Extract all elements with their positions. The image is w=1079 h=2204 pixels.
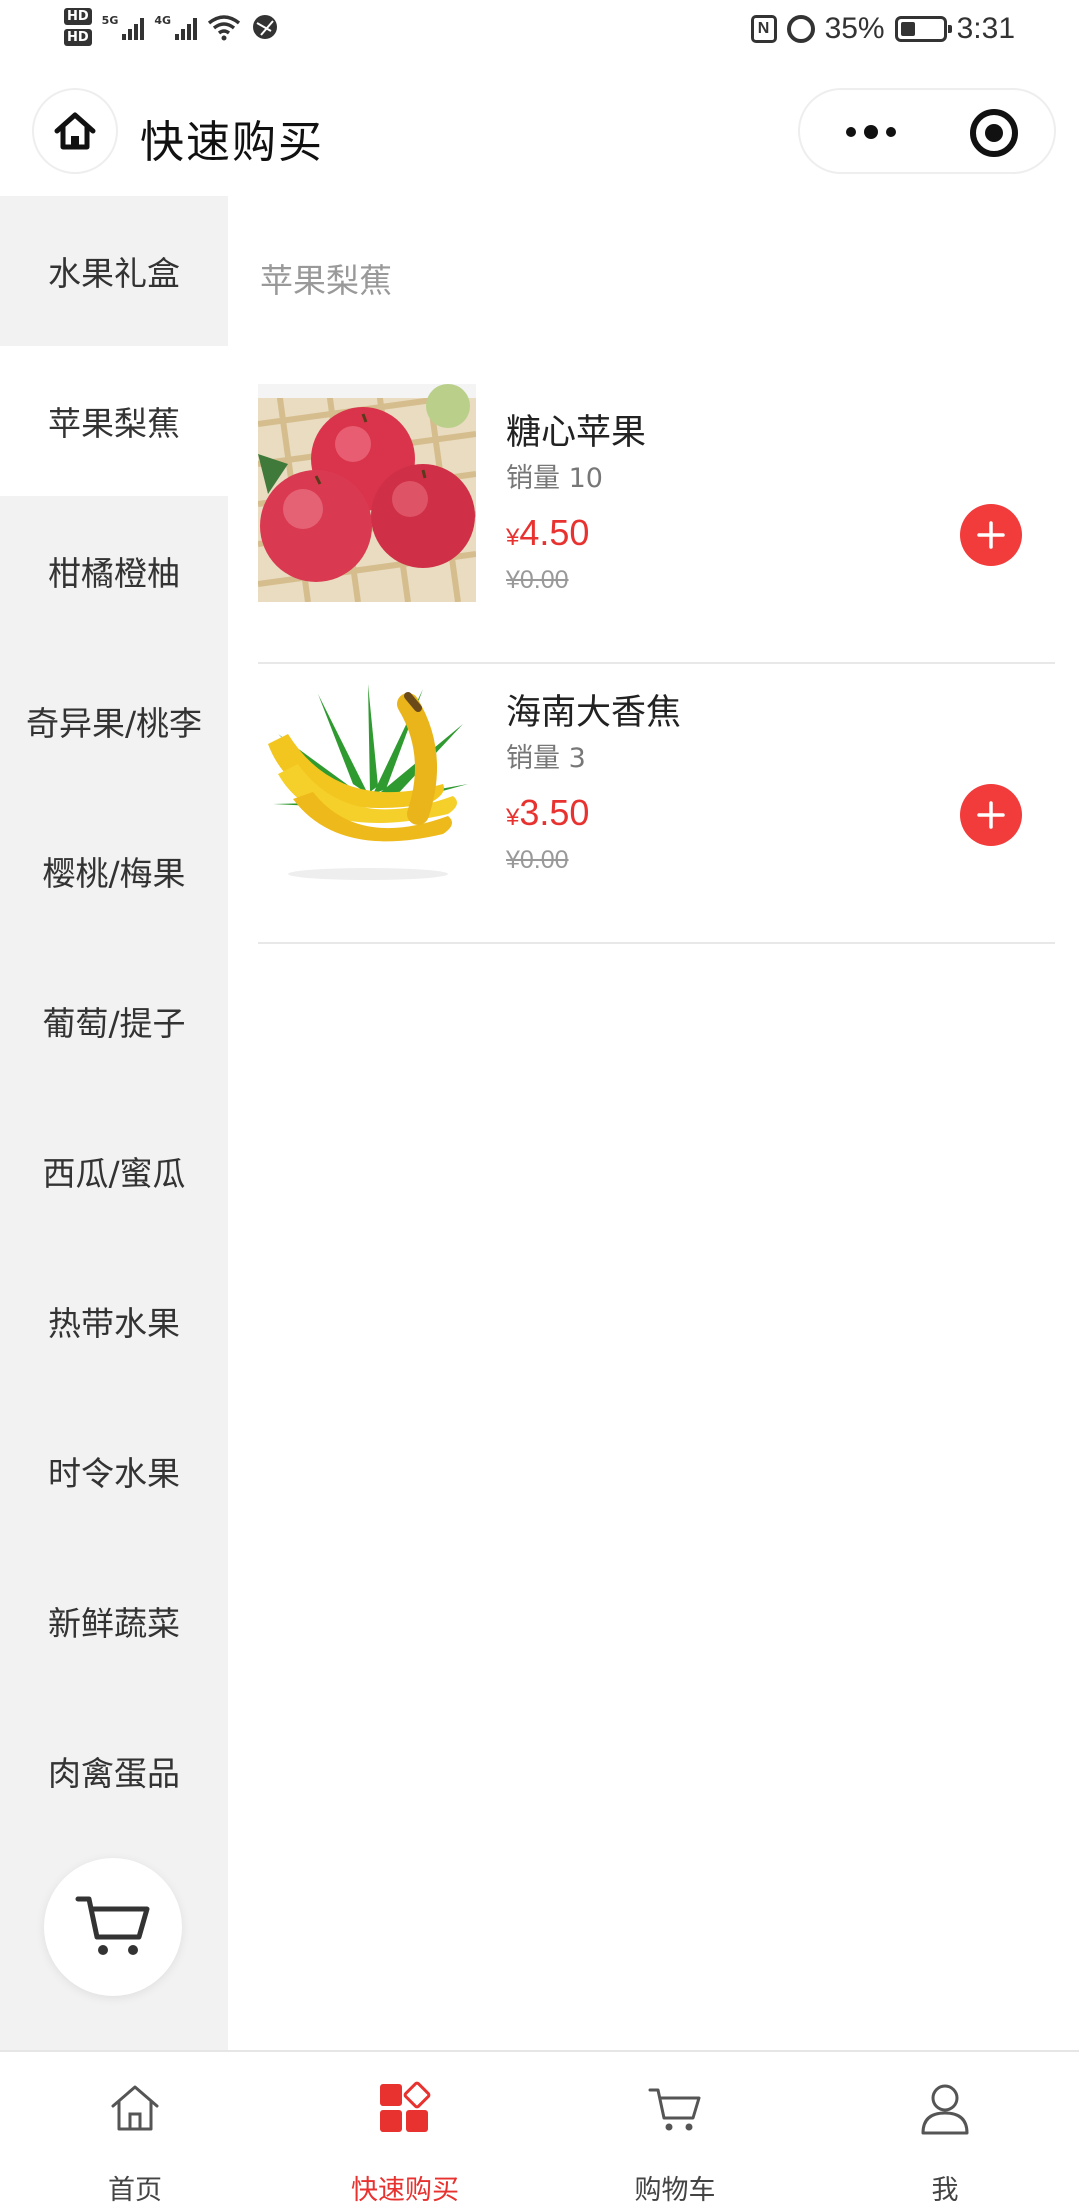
hd-indicators: HD HD: [64, 8, 92, 46]
sidebar-item-fresh-vegetables[interactable]: 新鲜蔬菜: [0, 1546, 228, 1696]
tab-home[interactable]: 首页: [0, 2052, 270, 2204]
signal-5g-icon: 5G: [102, 14, 145, 40]
product-card[interactable]: 糖心苹果 销量 10 ¥4.50 ¥0.00: [258, 384, 1055, 664]
sidebar-item-citrus[interactable]: 柑橘橙柚: [0, 496, 228, 646]
section-title: 苹果梨蕉: [260, 261, 392, 300]
tab-me-label: 我: [931, 2175, 959, 2204]
floating-cart-button[interactable]: [44, 1858, 182, 1996]
battery-icon: [894, 16, 952, 42]
tab-quick-buy[interactable]: 快速购买: [270, 2052, 540, 2204]
hd-badge-1: HD: [64, 8, 92, 25]
more-menu-button[interactable]: [828, 117, 914, 147]
tab-quick-buy-label: 快速购买: [351, 2175, 459, 2204]
wifi-icon: [207, 15, 241, 41]
page-title: 快速购买: [140, 117, 324, 168]
price-value: 3.50: [519, 792, 590, 833]
tab-me[interactable]: 我: [810, 2052, 1079, 2204]
product-name: 糖心苹果: [506, 413, 647, 453]
hd-badge-2: HD: [64, 29, 92, 46]
sidebar-item-grape[interactable]: 葡萄/提子: [0, 946, 228, 1096]
price-value: 4.50: [519, 512, 590, 553]
globe-icon: [253, 15, 278, 39]
product-sales: 销量 10: [506, 463, 603, 494]
mini-program-capsule: [798, 88, 1056, 174]
sidebar-item-meat-poultry-eggs[interactable]: 肉禽蛋品: [0, 1696, 228, 1846]
tab-cart-label: 购物车: [634, 2175, 716, 2204]
status-time: 3:31: [956, 12, 1015, 45]
product-original-price: ¥0.00: [506, 846, 569, 874]
category-sidebar: 水果礼盒 苹果梨蕉 柑橘橙柚 奇异果/桃李 樱桃/梅果 葡萄/提子 西瓜/蜜瓜 …: [0, 196, 228, 2050]
signal-4g-icon: 4G: [154, 14, 198, 40]
price-currency: ¥: [506, 524, 520, 551]
user-icon: [921, 2084, 969, 2135]
product-original-price: ¥0.00: [506, 566, 569, 594]
add-to-cart-button[interactable]: [960, 784, 1022, 846]
sidebar-item-melon[interactable]: 西瓜/蜜瓜: [0, 1096, 228, 1246]
sidebar-item-tropical-fruit[interactable]: 热带水果: [0, 1246, 228, 1396]
sidebar-item-fruit-gift-box[interactable]: 水果礼盒: [0, 196, 228, 346]
status-bar: HD HD 5G 4G N 35% 3:31: [0, 0, 1079, 66]
home-button[interactable]: [32, 88, 118, 174]
status-left: HD HD 5G 4G: [64, 8, 279, 46]
price-currency: ¥: [506, 804, 520, 831]
add-to-cart-button[interactable]: [960, 504, 1022, 566]
nfc-icon: N: [750, 15, 777, 43]
close-target-button[interactable]: [970, 109, 1018, 157]
sidebar-item-kiwi-peach-plum[interactable]: 奇异果/桃李: [0, 646, 228, 796]
product-card[interactable]: 海南大香焦 销量 3 ¥3.50 ¥0.00: [258, 664, 1055, 944]
battery-percent: 35%: [824, 12, 885, 45]
sidebar-item-cherry-berry[interactable]: 樱桃/梅果: [0, 796, 228, 946]
plus-icon: [977, 521, 1005, 549]
bottom-tab-bar: 首页 快速购买 购物车 我: [0, 2050, 1079, 2204]
alarm-icon: [786, 15, 815, 43]
tab-cart[interactable]: 购物车: [540, 2052, 810, 2204]
product-name: 海南大香焦: [506, 693, 682, 733]
quick-buy-icon: [380, 2081, 431, 2132]
cart-icon: [75, 1896, 150, 1955]
product-image-apple: [258, 384, 476, 602]
product-sales: 销量 3: [506, 743, 586, 774]
home-icon: [111, 2085, 159, 2131]
product-image-banana: [258, 674, 476, 892]
home-icon: [54, 112, 96, 150]
plus-icon: [977, 801, 1005, 829]
product-price: ¥3.50: [506, 792, 589, 834]
sidebar-item-seasonal-fruit[interactable]: 时令水果: [0, 1396, 228, 1546]
status-right: N 35% 3:31: [750, 12, 1015, 46]
tab-home-label: 首页: [108, 2175, 162, 2204]
product-price: ¥4.50: [506, 512, 589, 554]
nav-header: 快速购买: [0, 66, 1079, 196]
sidebar-item-apple-pear-banana[interactable]: 苹果梨蕉: [0, 346, 228, 496]
cart-icon: [648, 2088, 701, 2131]
